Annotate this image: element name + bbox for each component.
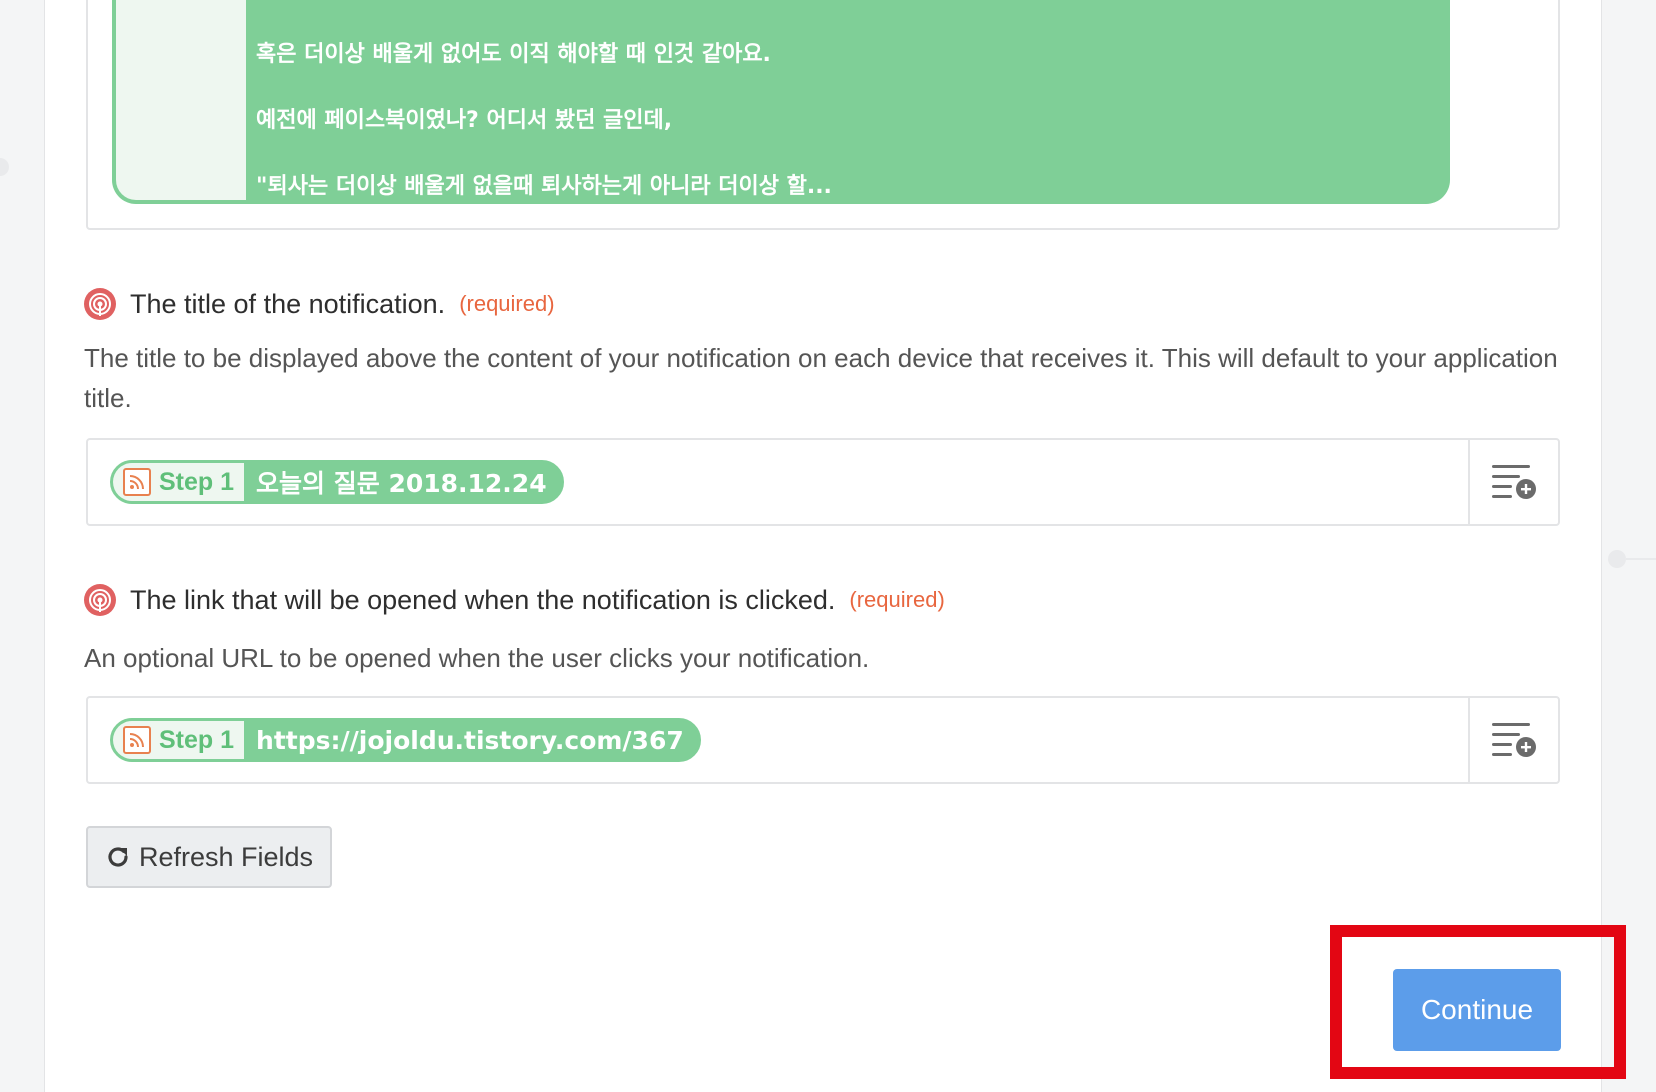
link-input[interactable]: Step 1 https://jojoldu.tistory.com/367	[86, 696, 1560, 784]
token-value: 오늘의 질문 2018.12.24	[256, 469, 547, 498]
required-badge: (required)	[849, 587, 945, 612]
right-edge-dot	[1608, 550, 1626, 568]
continue-button[interactable]: Continue	[1393, 969, 1561, 1051]
refresh-fields-button[interactable]: Refresh Fields	[86, 826, 332, 888]
title-field-label: The title of the notification. (required…	[84, 288, 555, 320]
required-badge: (required)	[459, 291, 555, 316]
insert-field-button[interactable]	[1468, 440, 1558, 524]
rss-icon	[123, 726, 151, 754]
title-token[interactable]: Step 1 오늘의 질문 2018.12.24	[110, 460, 564, 504]
message-line-3: "퇴사는 더이상 배울게 없을때 퇴사하는게 아니라 더이상 할...	[256, 174, 832, 199]
title-field-label-text: The title of the notification.	[130, 288, 446, 319]
message-line-1: 혹은 더이상 배울게 없어도 이직 해야할 때 인것 같아요.	[256, 42, 771, 67]
list-add-icon	[1492, 465, 1536, 499]
token-step: Step 1	[113, 463, 245, 501]
link-token[interactable]: Step 1 https://jojoldu.tistory.com/367	[110, 718, 701, 762]
message-line-2: 예전에 페이스북이였나? 어디서 봤던 글인데,	[256, 108, 673, 133]
refresh-fields-label: Refresh Fields	[138, 841, 314, 872]
message-token: 혹은 더이상 배울게 없어도 이직 해야할 때 인것 같아요. 예전에 페이스북…	[112, 0, 1450, 204]
message-token-step	[116, 0, 246, 200]
rss-icon	[123, 468, 151, 496]
title-field-help: The title to be displayed above the cont…	[84, 343, 1558, 413]
token-step: Step 1	[113, 721, 245, 759]
list-add-icon	[1492, 723, 1536, 757]
broadcast-icon	[84, 584, 116, 616]
title-input[interactable]: Step 1 오늘의 질문 2018.12.24	[86, 438, 1560, 526]
refresh-icon	[108, 847, 128, 867]
link-field-label-text: The link that will be opened when the no…	[130, 584, 836, 615]
link-field-label: The link that will be opened when the no…	[84, 584, 945, 616]
link-field-help: An optional URL to be opened when the us…	[84, 643, 870, 673]
token-step-label: Step 1	[159, 467, 235, 496]
insert-field-button[interactable]	[1468, 698, 1558, 782]
left-edge-dot	[0, 158, 9, 176]
message-field[interactable]: 혹은 더이상 배울게 없어도 이직 해야할 때 인것 같아요. 예전에 페이스북…	[86, 0, 1560, 230]
token-value: https://jojoldu.tistory.com/367	[256, 725, 684, 755]
right-edge-connector	[1626, 558, 1656, 560]
token-step-label: Step 1	[159, 725, 235, 754]
broadcast-icon	[84, 288, 116, 320]
